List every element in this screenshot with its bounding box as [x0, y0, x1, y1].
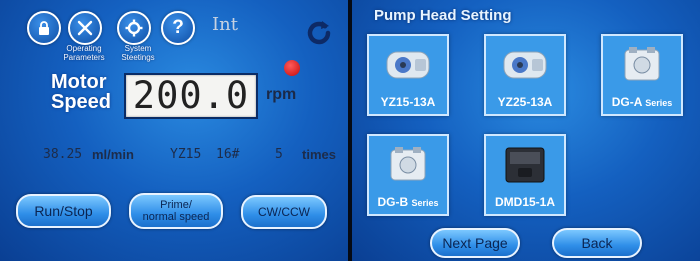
pump-head-tile-dmd15-1a[interactable]: DMD15-1A: [484, 134, 566, 216]
tile-label: DG-A Series: [603, 95, 681, 109]
caption-line: Parameters: [63, 53, 105, 62]
run-stop-label: Run/Stop: [34, 203, 93, 219]
pump-head-image: [390, 147, 426, 181]
prime-normal-speed-button[interactable]: Prime/ normal speed: [129, 193, 223, 229]
int-mode-label[interactable]: Int: [212, 14, 238, 35]
pump-head-image: [386, 51, 430, 79]
pump-head-tile-dg-b[interactable]: DG-B Series: [367, 134, 449, 216]
next-page-label: Next Page: [442, 235, 508, 251]
cw-ccw-label: CW/CCW: [258, 205, 310, 219]
pump-head-image: [505, 147, 545, 183]
refresh-icon[interactable]: [304, 18, 334, 48]
tile-label: DMD15-1A: [486, 195, 564, 209]
tile-model-name: YZ25-13A: [497, 95, 553, 109]
pump-head-tile-yz15-13a[interactable]: YZ15-13A: [367, 34, 449, 116]
main-control-panel: ? Operating Parameters System Steetings …: [0, 0, 348, 261]
caption-line: Operating: [66, 44, 102, 53]
motor-label-line: Motor: [51, 71, 107, 93]
tube-size[interactable]: 16#: [216, 147, 239, 162]
help-icon[interactable]: ?: [161, 11, 195, 45]
operating-parameters-icon[interactable]: [68, 11, 102, 45]
flow-rate-value: 38.25: [43, 147, 83, 162]
tile-model-name: YZ15-13A: [380, 95, 436, 109]
prime-label-line: Prime/: [160, 199, 192, 211]
tile-model-name: DMD15-1A: [494, 195, 555, 209]
run-stop-button[interactable]: Run/Stop: [16, 194, 111, 228]
times-value[interactable]: 5: [275, 147, 283, 162]
tile-model-name: DG-B: [377, 195, 409, 209]
motor-speed-label: Motor Speed: [51, 72, 111, 112]
lock-icon[interactable]: [27, 11, 61, 45]
system-settings-caption: System Steetings: [112, 44, 164, 62]
caption-line: Steetings: [121, 53, 155, 62]
page-title: Pump Head Setting: [374, 7, 512, 24]
back-label: Back: [581, 235, 613, 251]
speed-input[interactable]: 200.0: [124, 73, 258, 119]
caption-line: System: [124, 44, 152, 53]
flow-rate-unit: ml/min: [92, 147, 134, 162]
tile-label: DG-B Series: [369, 195, 447, 209]
next-page-button[interactable]: Next Page: [430, 228, 520, 258]
pump-model[interactable]: YZ15: [170, 147, 201, 162]
running-indicator: [284, 60, 300, 76]
system-settings-icon[interactable]: [117, 11, 151, 45]
speed-unit: rpm: [266, 86, 297, 103]
pump-head-image: [624, 47, 660, 81]
pump-head-image: [503, 51, 547, 79]
pump-head-setting-panel: Pump Head Setting YZ15-13A YZ25-13A DG-A…: [352, 0, 700, 261]
motor-label-line: Speed: [51, 91, 112, 113]
tile-label: YZ15-13A: [369, 95, 447, 109]
tile-model-name: DG-A: [611, 95, 642, 109]
tile-label: YZ25-13A: [486, 95, 564, 109]
cw-ccw-button[interactable]: CW/CCW: [241, 195, 327, 229]
times-label: times: [302, 147, 336, 162]
pump-head-tile-yz25-13a[interactable]: YZ25-13A: [484, 34, 566, 116]
tile-model-suffix: Series: [411, 198, 439, 208]
pump-head-tile-dg-a[interactable]: DG-A Series: [601, 34, 683, 116]
tile-model-suffix: Series: [645, 98, 673, 108]
operating-parameters-caption: Operating Parameters: [54, 44, 114, 62]
back-button[interactable]: Back: [552, 228, 642, 258]
prime-label-line: normal speed: [142, 211, 210, 223]
